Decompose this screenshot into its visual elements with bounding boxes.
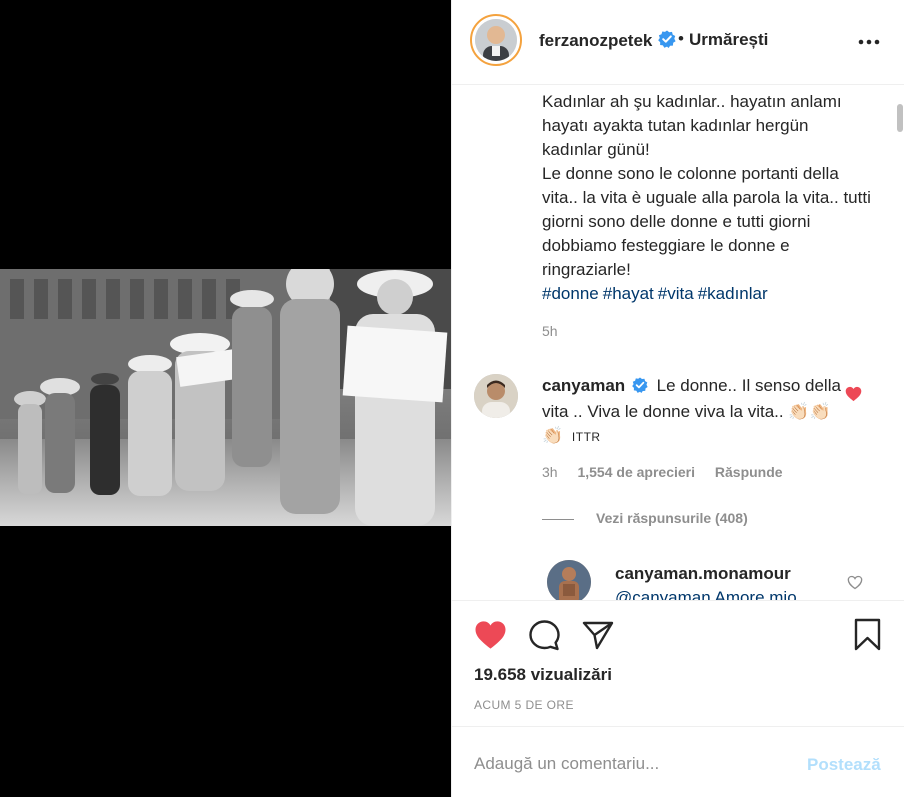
post-timestamp[interactable]: ACUM 5 DE ORE	[474, 698, 574, 712]
hashtag-link[interactable]: #kadınlar	[698, 284, 768, 303]
comments-scrollbar[interactable]	[897, 104, 903, 132]
post-video[interactable]	[0, 269, 451, 526]
author-avatar[interactable]	[470, 14, 522, 66]
comment-likes-count[interactable]: 1,554 de aprecieri	[577, 464, 695, 480]
bookmark-icon[interactable]	[853, 618, 882, 656]
caption-hashtags: #donne #hayat #vita #kadınlar	[542, 282, 872, 306]
hashtag-link[interactable]: #vita	[658, 284, 694, 303]
commenter-avatar[interactable]	[474, 374, 518, 418]
reply-button[interactable]: Răspunde	[715, 464, 783, 480]
hashtag-link[interactable]: #hayat	[603, 284, 654, 303]
follow-button[interactable]: Urmărești	[689, 30, 768, 50]
replies-divider	[542, 518, 574, 520]
author-username[interactable]: ferzanozpetek	[539, 30, 676, 53]
caption-text: Kadınlar ah şu kadınlar.. hayatın anlamı…	[542, 92, 871, 279]
post-actions: 19.658 vizualizări ACUM 5 DE ORE	[452, 600, 904, 726]
comment-icon[interactable]	[528, 619, 561, 657]
like-heart-icon[interactable]	[474, 620, 507, 655]
verified-badge-icon	[658, 30, 676, 53]
comment-meta: 3h 1,554 de aprecieri Răspunde	[542, 464, 799, 480]
reply-avatar[interactable]	[547, 560, 591, 600]
comment-timestamp[interactable]: 3h	[542, 464, 558, 480]
hashtag-link[interactable]: #donne	[542, 284, 599, 303]
view-replies-label: Vezi răspunsurile (408)	[596, 510, 748, 526]
comments-section[interactable]: Kadınlar ah şu kadınlar.. hayatın anlamı…	[452, 86, 904, 600]
separator-dot: •	[678, 29, 684, 48]
post-caption: Kadınlar ah şu kadınlar.. hayatın anlamı…	[542, 90, 872, 306]
author-avatar-image	[475, 19, 517, 61]
more-options-icon[interactable]	[858, 32, 880, 50]
verified-badge-icon	[632, 376, 648, 400]
comment-like-heart-icon[interactable]	[845, 386, 862, 407]
caption-timestamp[interactable]: 5h	[542, 323, 558, 339]
author-username-label[interactable]: ferzanozpetek	[539, 31, 652, 50]
post-details-panel: ferzanozpetek • Urmărești Kadınlar ah şu…	[451, 0, 904, 797]
post-comment-button[interactable]: Postează	[807, 755, 881, 775]
video-frame	[0, 269, 451, 526]
commenter-username[interactable]: canyaman	[542, 376, 625, 395]
add-comment-bar: Postează	[452, 726, 904, 797]
reply-like-heart-icon[interactable]	[847, 575, 863, 595]
post-header: ferzanozpetek • Urmărești	[452, 0, 904, 85]
views-count[interactable]: 19.658 vizualizări	[474, 665, 612, 685]
reply-text: @canyaman Amore mio	[615, 588, 797, 600]
share-icon[interactable]	[582, 620, 614, 655]
add-comment-input[interactable]	[474, 751, 794, 777]
comment-body: canyaman Le donne.. Il senso della vita …	[542, 374, 842, 449]
post-media	[0, 0, 451, 797]
view-replies-button[interactable]: Vezi răspunsurile (408)	[542, 510, 748, 526]
reply-username[interactable]: canyaman.monamour	[615, 564, 791, 584]
comment-suffix: ITTR	[571, 430, 601, 444]
